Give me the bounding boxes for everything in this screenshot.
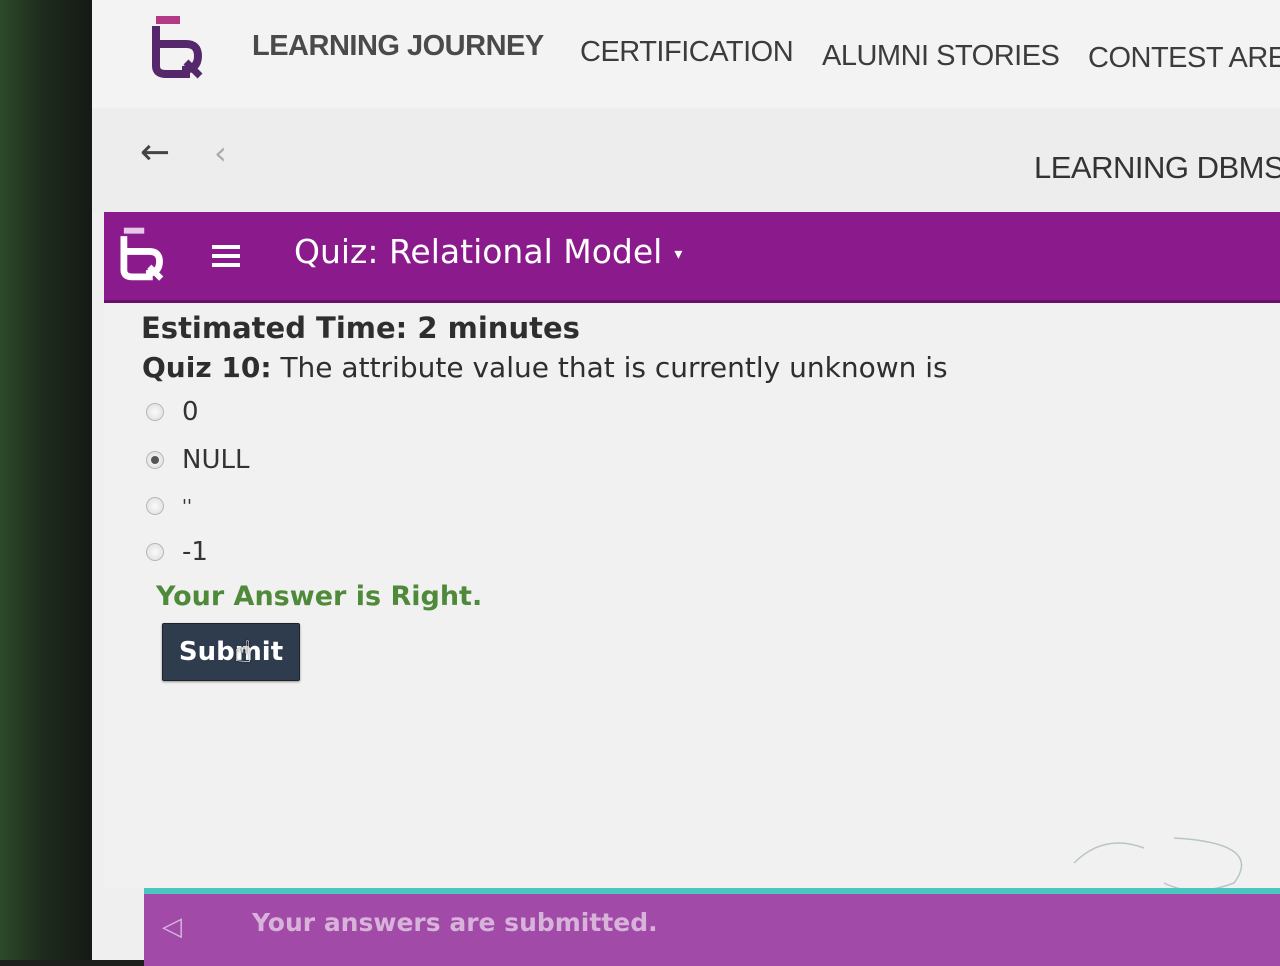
- radio-button[interactable]: [146, 403, 164, 421]
- option-label: 0: [182, 397, 199, 427]
- submit-button[interactable]: Submit: [162, 623, 300, 681]
- estimated-time: Estimated Time: 2 minutes: [141, 311, 580, 345]
- option-label: '': [182, 495, 192, 517]
- option-label: NULL: [182, 445, 250, 475]
- nav-contest-arena[interactable]: CONTEST AREN: [1088, 42, 1280, 75]
- estimated-time-value: 2 minutes: [417, 311, 580, 345]
- footer-message: Your answers are submitted.: [252, 908, 658, 937]
- nav-certification[interactable]: CERTIFICATION: [580, 36, 794, 69]
- hamburger-menu-icon[interactable]: [212, 245, 240, 267]
- browser-viewport: LEARNING JOURNEY CERTIFICATION ALUMNI ST…: [92, 0, 1280, 966]
- option-0[interactable]: 0: [146, 395, 199, 429]
- option-null[interactable]: NULL: [146, 443, 249, 477]
- radio-button[interactable]: [146, 543, 164, 561]
- quiz-header-bar: Quiz: Relational Model ▾: [104, 212, 1280, 303]
- triangle-left-icon[interactable]: ◁: [162, 912, 182, 942]
- radio-button-selected[interactable]: [146, 451, 164, 469]
- quiz-title-dropdown[interactable]: Quiz: Relational Model ▾: [294, 232, 682, 271]
- answer-result-message: Your Answer is Right.: [156, 581, 483, 612]
- option-label: -1: [182, 537, 208, 567]
- course-title[interactable]: LEARNING DBMS /: [1034, 150, 1280, 186]
- nav-learning-journey[interactable]: LEARNING JOURNEY: [252, 30, 544, 63]
- chevron-left-icon[interactable]: ‹: [214, 134, 227, 172]
- radio-button[interactable]: [146, 497, 164, 515]
- option-empty-string[interactable]: '': [146, 489, 192, 523]
- nav-alumni-stories[interactable]: ALUMNI STORIES: [822, 40, 1060, 73]
- site-logo-icon[interactable]: [142, 14, 208, 80]
- submission-footer: ◁ Your answers are submitted.: [144, 888, 1280, 966]
- quiz-logo-icon[interactable]: [112, 226, 168, 282]
- question-body: The attribute value that is currently un…: [280, 351, 948, 384]
- question-number: Quiz 10:: [142, 351, 272, 384]
- hand-cursor-icon: ☝: [234, 635, 253, 670]
- monitor-bezel: [0, 0, 100, 960]
- back-arrow-icon[interactable]: ←: [140, 132, 170, 173]
- caret-down-icon: ▾: [674, 244, 683, 263]
- estimated-time-label: Estimated Time:: [141, 311, 408, 345]
- quiz-content: Estimated Time: 2 minutes Quiz 10: The a…: [104, 303, 1280, 892]
- question-text: Quiz 10: The attribute value that is cur…: [142, 351, 948, 384]
- option-minus-one[interactable]: -1: [146, 535, 208, 569]
- top-navigation: LEARNING JOURNEY CERTIFICATION ALUMNI ST…: [92, 0, 1280, 109]
- quiz-title-text: Quiz: Relational Model: [294, 232, 663, 271]
